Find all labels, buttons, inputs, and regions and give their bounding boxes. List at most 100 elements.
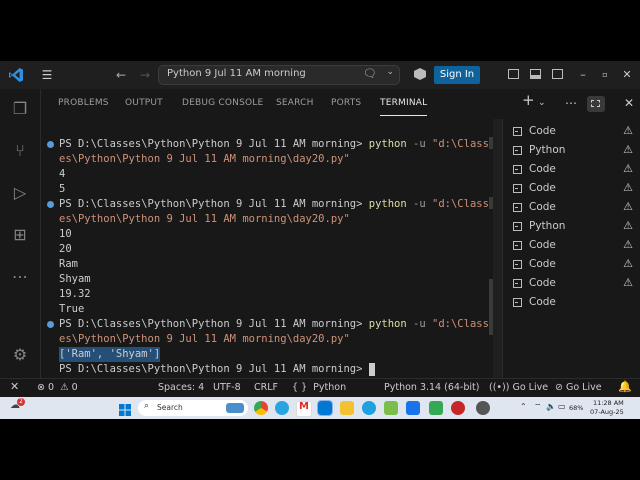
warning-icon: ⚠ <box>623 200 633 213</box>
vscode-taskbar-icon[interactable] <box>317 400 333 416</box>
terminal-tab-item[interactable]: Python ⚠ <box>513 143 637 161</box>
indentation-status[interactable]: Spaces: 4 <box>158 382 204 393</box>
terminal-icon <box>513 241 522 250</box>
system-clock[interactable]: 11:28 AM 07-Aug-25 <box>590 399 624 417</box>
clock-date: 07-Aug-25 <box>590 408 624 416</box>
go-live-button-2[interactable]: ⊘ Go Live <box>555 382 602 393</box>
gmail-icon[interactable]: M <box>296 401 312 417</box>
copilot-icon[interactable] <box>414 68 426 80</box>
tab-problems[interactable]: PROBLEMS <box>58 98 109 108</box>
tab-terminal[interactable]: TERMINAL <box>380 98 428 116</box>
toggle-secondary-sidebar-icon[interactable] <box>552 69 563 79</box>
toggle-panel-icon[interactable] <box>530 69 541 79</box>
terminal-icon <box>513 203 522 212</box>
tab-output[interactable]: OUTPUT <box>125 98 163 108</box>
tray-chevron-icon[interactable]: ⌃ <box>520 402 527 411</box>
terminal-tab-item[interactable]: Code ⚠ <box>513 257 637 275</box>
battery-icon[interactable]: ▭ <box>558 402 566 411</box>
edge-icon[interactable] <box>362 401 376 415</box>
terminal-path-continuation: es\Python\Python 9 Jul 11 AM morning\day… <box>59 153 350 165</box>
app-icon[interactable] <box>451 401 465 415</box>
terminal-tab-item[interactable]: Code ⚠ <box>513 181 637 199</box>
output-line: 20 <box>59 243 72 255</box>
chevron-down-icon[interactable]: ⌄ <box>386 67 394 77</box>
terminal-tab-label: Code <box>529 125 556 137</box>
command-center-search[interactable]: Python 9 Jul 11 AM morning 🗨 ⌄ <box>158 65 400 85</box>
tab-debug-console[interactable]: DEBUG CONSOLE <box>182 98 263 108</box>
terminal-icon <box>513 146 522 155</box>
terminal-tab-item[interactable]: Python ⚠ <box>513 219 637 237</box>
encoding-status[interactable]: UTF-8 <box>213 382 241 393</box>
new-terminal-icon[interactable]: + <box>522 92 535 108</box>
minimize-icon[interactable]: – <box>576 66 590 84</box>
remote-icon[interactable]: ✕ <box>10 380 19 393</box>
close-panel-icon[interactable]: ✕ <box>624 95 634 111</box>
sign-in-button[interactable]: Sign In <box>434 66 480 84</box>
scrollbar-thumb[interactable] <box>489 137 493 149</box>
flag: -u <box>413 318 426 330</box>
extensions-icon[interactable]: ⊞ <box>8 223 32 247</box>
terminal-tab-label: Code <box>529 296 556 308</box>
command-decoration-icon[interactable] <box>47 201 54 208</box>
language-mode[interactable]: { } Python <box>292 382 346 393</box>
app-icon[interactable] <box>406 401 420 415</box>
forward-arrow-icon[interactable]: → <box>138 66 152 84</box>
telegram-icon[interactable] <box>275 401 289 415</box>
terminal-tabs-list: Code ⚠ Python ⚠ Code ⚠ Code ⚠ Code ⚠ Python ⚠ … <box>502 119 640 378</box>
vscode-logo-icon <box>9 68 23 82</box>
taskbar-search[interactable]: ⌕ Search <box>138 400 248 416</box>
errors-indicator[interactable]: ⊗ 0 ⚠ 0 <box>37 382 78 393</box>
more-icon[interactable]: ⋯ <box>8 265 32 289</box>
prompt: PS D:\Classes\Python\Python 9 Jul 11 AM … <box>59 318 363 330</box>
scrollbar-thumb[interactable] <box>489 197 493 209</box>
app-icon[interactable] <box>476 401 490 415</box>
volume-icon[interactable]: 🔈 <box>546 402 556 411</box>
windows-start-icon[interactable] <box>119 401 131 416</box>
terminal-tab-item[interactable]: Code <box>513 295 637 313</box>
python-interpreter[interactable]: Python 3.14 (64-bit) <box>384 382 479 393</box>
output-line-selected: ['Ram', 'Shyam'] <box>59 347 161 362</box>
command-decoration-icon[interactable] <box>47 321 54 328</box>
maximize-panel-icon[interactable] <box>587 96 605 112</box>
tab-ports[interactable]: PORTS <box>331 98 361 108</box>
eol-status[interactable]: CRLF <box>254 382 278 393</box>
close-icon[interactable]: ✕ <box>620 66 634 84</box>
terminal-tab-item[interactable]: Code ⚠ <box>513 200 637 218</box>
warning-icon: ⚠ <box>623 276 633 289</box>
terminal-tab-item[interactable]: Code ⚠ <box>513 238 637 256</box>
more-actions-icon[interactable]: ⋯ <box>565 95 577 111</box>
settings-gear-icon[interactable]: ⚙ <box>8 343 32 367</box>
restore-icon[interactable]: ▫ <box>598 66 612 84</box>
tab-search[interactable]: SEARCH <box>276 98 314 108</box>
app-icon[interactable] <box>384 401 398 415</box>
terminal-tab-label: Python <box>529 144 566 156</box>
command-decoration-icon[interactable] <box>47 141 54 148</box>
sheets-icon[interactable] <box>429 401 443 415</box>
go-live-button[interactable]: ((•)) Go Live <box>489 382 548 393</box>
explorer-icon[interactable]: ❐ <box>8 97 32 121</box>
battery-percentage: 68% <box>569 404 584 412</box>
source-control-icon[interactable]: ⑂ <box>8 139 32 163</box>
hamburger-menu-icon[interactable]: ☰ <box>40 66 54 84</box>
terminal-command-line: PS D:\Classes\Python\Python 9 Jul 11 AM … <box>59 317 489 332</box>
terminal-icon <box>513 298 522 307</box>
terminal-dropdown-icon[interactable]: ⌄ <box>538 95 546 111</box>
notifications-bell-icon[interactable]: 🔔 <box>618 380 632 393</box>
go-live-label: Go Live <box>565 382 602 393</box>
terminal-output[interactable]: PS D:\Classes\Python\Python 9 Jul 11 AM … <box>41 119 493 378</box>
terminal-tab-item[interactable]: Code ⚠ <box>513 276 637 294</box>
wifi-icon[interactable]: ⌔ <box>534 402 542 412</box>
path-start: "d:\Class <box>432 198 489 210</box>
vscode-screen: ☰ ← → Python 9 Jul 11 AM morning 🗨 ⌄ Sig… <box>0 61 640 419</box>
run-debug-icon[interactable]: ▷ <box>8 181 32 205</box>
scrollbar-thumb[interactable] <box>489 279 493 335</box>
back-arrow-icon[interactable]: ← <box>114 66 128 84</box>
toggle-primary-sidebar-icon[interactable] <box>508 69 519 79</box>
chat-icon[interactable]: 🗨 <box>363 67 377 80</box>
terminal-tab-label: Code <box>529 239 556 251</box>
chrome-icon[interactable] <box>254 401 268 415</box>
terminal-tab-item[interactable]: Code ⚠ <box>513 162 637 180</box>
file-explorer-icon[interactable] <box>340 401 354 415</box>
terminal-tab-item[interactable]: Code ⚠ <box>513 124 637 142</box>
prompt: PS D:\Classes\Python\Python 9 Jul 11 AM … <box>59 198 363 210</box>
